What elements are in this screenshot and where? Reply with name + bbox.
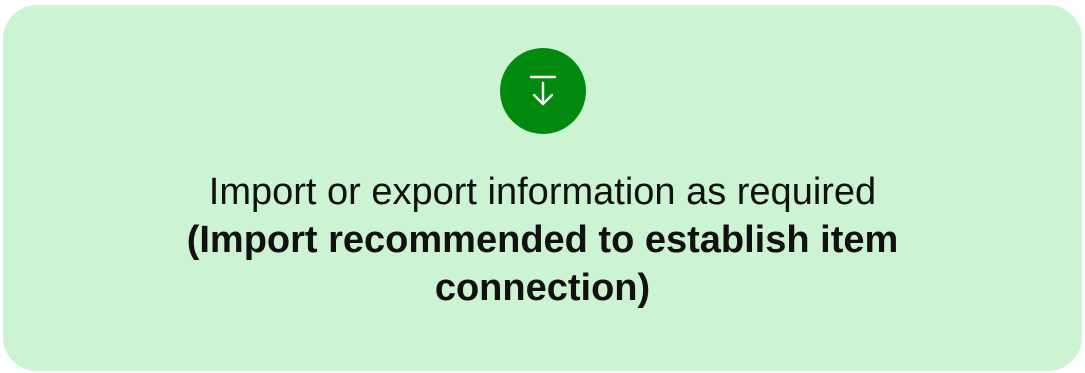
import-export-banner: Import or export information as required… <box>3 5 1082 371</box>
banner-recommendation: (Import recommended to establish item co… <box>186 219 899 309</box>
banner-description: Import or export information as required <box>208 171 877 213</box>
banner-message: Import or export information as required… <box>103 168 983 312</box>
download-icon <box>529 75 556 106</box>
download-icon-badge[interactable] <box>499 48 586 134</box>
